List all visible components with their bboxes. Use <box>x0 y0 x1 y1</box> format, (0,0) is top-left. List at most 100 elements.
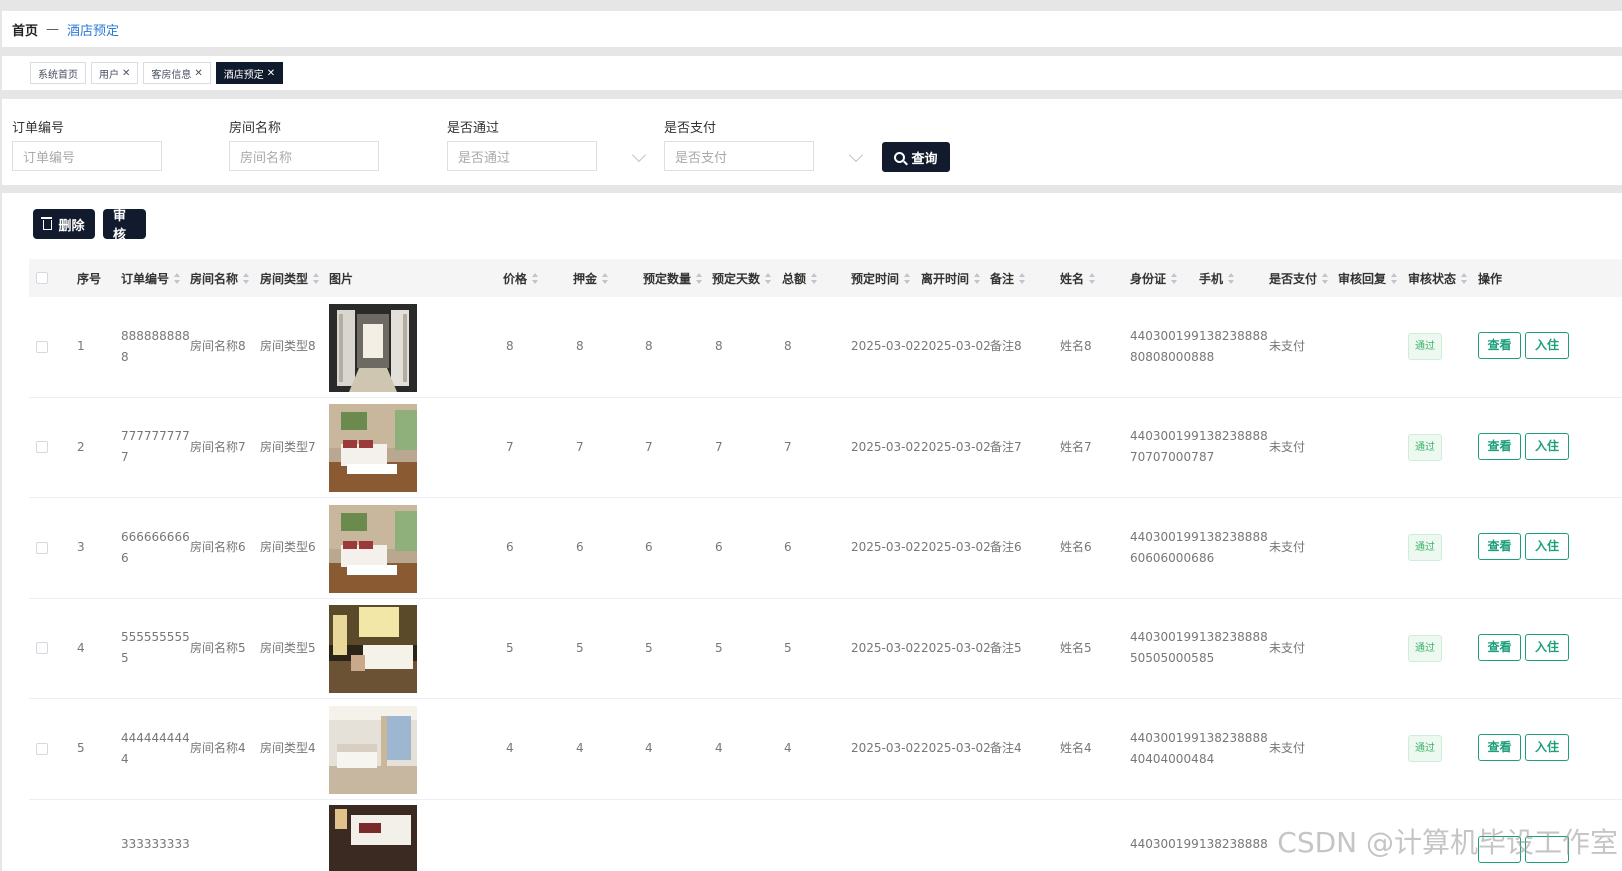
close-icon[interactable]: ✕ <box>267 68 275 79</box>
row-checkbox[interactable] <box>36 742 48 755</box>
check-in-button[interactable]: 入住 <box>1525 332 1569 359</box>
view-button[interactable]: 查看 <box>1478 332 1521 359</box>
room-name-input[interactable]: 房间名称 <box>229 141 379 171</box>
room-type-value: 房间类型5 <box>260 640 316 655</box>
approved-select[interactable]: 是否通过 <box>447 141 597 171</box>
cell-actions: 查看 入住 <box>1478 398 1622 498</box>
sort-icon[interactable] <box>243 272 250 284</box>
header-total[interactable]: 总额 <box>782 259 818 297</box>
sort-icon[interactable] <box>904 272 911 284</box>
sort-icon[interactable] <box>1228 272 1235 284</box>
room-image[interactable] <box>329 804 417 871</box>
view-button[interactable]: 查看 <box>1478 432 1521 460</box>
view-label: 查看 <box>1487 338 1512 352</box>
check-in-button[interactable]: 入住 <box>1525 432 1569 460</box>
paid-select[interactable]: 是否支付 <box>664 141 814 171</box>
note-value: 备注4 <box>990 741 1022 756</box>
view-button[interactable]: 查看 <box>1478 734 1521 761</box>
room-image[interactable] <box>329 705 417 794</box>
status-badge: 通过 <box>1408 534 1442 562</box>
tab-system-home[interactable]: 系统首页 <box>30 62 86 84</box>
header-room-type[interactable]: 房间类型 <box>260 259 320 297</box>
sort-icon[interactable] <box>974 272 981 284</box>
header-label: 价格 <box>503 271 528 286</box>
breadcrumb-current[interactable]: 酒店预定 <box>67 20 119 39</box>
sort-icon[interactable] <box>1089 272 1096 284</box>
cell-note: 备注5 <box>990 599 1022 699</box>
close-icon[interactable]: ✕ <box>194 68 202 79</box>
row-checkbox-cell[interactable] <box>36 297 48 397</box>
tab-room-info[interactable]: 客房信息 ✕ <box>143 62 211 84</box>
room-image[interactable] <box>329 303 417 392</box>
breadcrumb: 首页 — 酒店预定 <box>2 11 1622 47</box>
view-button[interactable]: 查看 <box>1478 533 1521 560</box>
breadcrumb-home[interactable]: 首页 <box>12 20 38 39</box>
header-price[interactable]: 价格 <box>503 259 539 297</box>
check-in-button[interactable]: 入住 <box>1525 533 1569 560</box>
header-phone[interactable]: 手机 <box>1199 259 1235 297</box>
view-button[interactable]: 查看 <box>1478 633 1521 661</box>
cell-book-time: 2025-03-02 <box>851 699 921 799</box>
check-in-button[interactable]: 入住 <box>1525 734 1569 761</box>
room-type-value: 房间类型6 <box>260 540 316 555</box>
room-image[interactable] <box>329 605 417 694</box>
row-checkbox-cell[interactable] <box>36 498 48 598</box>
row-checkbox[interactable] <box>36 340 48 353</box>
header-note[interactable]: 备注 <box>990 259 1026 297</box>
row-checkbox[interactable] <box>36 441 48 454</box>
order-no-line2: 7 <box>121 450 129 465</box>
tab-users[interactable]: 用户 ✕ <box>91 62 139 84</box>
order-no-line1: 777777777 <box>121 429 190 444</box>
id-card-line1: 440300199 <box>1130 529 1199 544</box>
sort-icon[interactable] <box>1391 272 1398 284</box>
row-checkbox-cell[interactable] <box>36 599 48 699</box>
chevron-down-icon[interactable] <box>631 147 647 163</box>
sort-icon[interactable] <box>532 272 539 284</box>
select-all-checkbox[interactable] <box>36 272 48 284</box>
order-no-input[interactable]: 订单编号 <box>12 141 162 171</box>
room-image[interactable] <box>329 404 417 493</box>
cell-phone: 138238888 85 <box>1199 599 1268 699</box>
sort-icon[interactable] <box>1019 272 1026 284</box>
cell-phone: 138238888 87 <box>1199 398 1268 498</box>
header-days[interactable]: 预定天数 <box>712 259 772 297</box>
sort-icon[interactable] <box>1171 272 1178 284</box>
row-checkbox-cell[interactable] <box>36 699 48 799</box>
header-leave-time[interactable]: 离开时间 <box>921 259 981 297</box>
row-checkbox[interactable] <box>36 541 48 554</box>
cell-paid: 未支付 <box>1269 498 1305 598</box>
audit-button[interactable]: 审核 <box>103 209 146 243</box>
header-id-card[interactable]: 身份证 <box>1130 259 1178 297</box>
row-checkbox-cell[interactable] <box>36 398 48 498</box>
room-image[interactable] <box>329 504 417 593</box>
quantity-value: 8 <box>645 339 653 354</box>
header-quantity[interactable]: 预定数量 <box>643 259 703 297</box>
sort-icon[interactable] <box>313 272 320 284</box>
header-audit-reply[interactable]: 审核回复 <box>1338 259 1398 297</box>
sort-icon[interactable] <box>174 272 181 284</box>
total-value: 6 <box>784 540 792 555</box>
header-name[interactable]: 姓名 <box>1060 259 1096 297</box>
delete-button[interactable]: 删除 <box>33 209 95 239</box>
sort-icon[interactable] <box>811 272 818 284</box>
header-room-name[interactable]: 房间名称 <box>190 259 250 297</box>
sort-icon[interactable] <box>602 272 609 284</box>
sort-icon[interactable] <box>1461 272 1468 284</box>
sort-icon[interactable] <box>1322 272 1329 284</box>
header-book-time[interactable]: 预定时间 <box>851 259 911 297</box>
header-paid[interactable]: 是否支付 <box>1269 259 1329 297</box>
header-deposit[interactable]: 押金 <box>573 259 609 297</box>
paid-value: 未支付 <box>1269 339 1306 354</box>
row-checkbox[interactable] <box>36 642 48 655</box>
status-badge: 通过 <box>1408 333 1442 361</box>
header-audit-status[interactable]: 审核状态 <box>1408 259 1468 297</box>
query-button[interactable]: 查询 <box>882 142 950 172</box>
chevron-down-icon[interactable] <box>848 147 864 163</box>
check-in-button[interactable]: 入住 <box>1525 633 1569 661</box>
close-icon[interactable]: ✕ <box>122 68 130 79</box>
sort-icon[interactable] <box>765 272 772 284</box>
tab-hotel-booking[interactable]: 酒店预定 ✕ <box>215 62 284 84</box>
sort-icon[interactable] <box>696 272 703 284</box>
id-card-line2: 707070007 <box>1130 450 1199 465</box>
header-order-no[interactable]: 订单编号 <box>121 259 181 297</box>
